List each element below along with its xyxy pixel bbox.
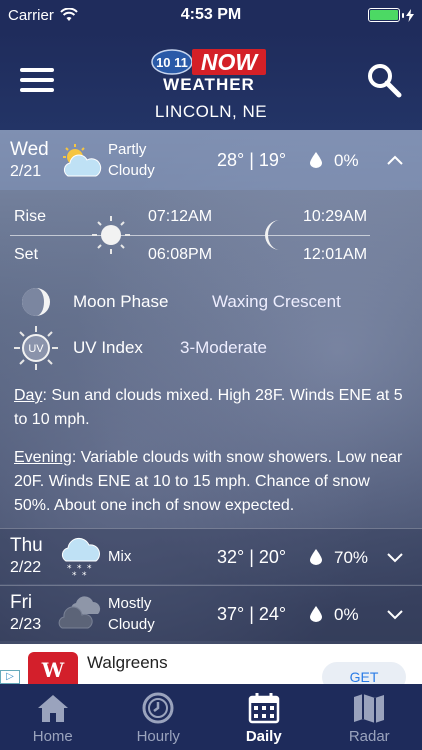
evening-description: Evening: Variable clouds with snow showe… xyxy=(14,446,409,518)
moon-crescent-icon xyxy=(265,220,280,250)
ad-get-button[interactable]: GET xyxy=(322,662,406,684)
raindrop-icon xyxy=(310,152,322,168)
sun-icon xyxy=(92,216,130,254)
battery-icon xyxy=(368,8,414,22)
wifi-icon xyxy=(60,8,78,21)
ad-advertiser-name: Walgreens xyxy=(87,653,168,672)
moon-phase-row: Moon Phase Waxing Crescent xyxy=(0,282,422,322)
day-date-num: 2/22 xyxy=(10,559,42,576)
calendar-icon xyxy=(248,693,279,724)
tab-label: Hourly xyxy=(136,728,180,745)
ad-choices-icon[interactable]: ▷ xyxy=(0,670,20,684)
clock-icon xyxy=(142,692,174,724)
day-row-wed[interactable]: Wed 2/21 Partly Cloudy 28° | 19° 0% xyxy=(0,130,422,190)
condition-line-1: Mix xyxy=(108,548,132,565)
moon-phase-icon xyxy=(22,288,50,316)
moon-phase-value: Waxing Crescent xyxy=(212,292,341,311)
rise-set-section: Rise Set 07:12AM 06:08PM 10:29AM 12:01AM xyxy=(0,200,422,270)
precip-percent: 0% xyxy=(334,151,359,170)
condition-line-2: Cloudy xyxy=(108,616,155,633)
precip-percent: 70% xyxy=(334,548,369,567)
uv-index-label: UV Index xyxy=(73,338,143,357)
day-condition: Mix xyxy=(108,546,131,567)
hamburger-bar xyxy=(20,88,54,92)
day-condition: Mostly Cloudy xyxy=(108,593,155,635)
svg-text:*: * xyxy=(72,571,77,579)
home-icon xyxy=(37,695,68,722)
menu-button[interactable] xyxy=(20,68,54,92)
uv-index-row: UV UV Index 3-Moderate xyxy=(0,326,422,370)
tab-hourly[interactable]: Hourly xyxy=(106,684,212,750)
tab-home[interactable]: Home xyxy=(0,684,106,750)
day-date: Wed 2/21 xyxy=(10,139,49,183)
logo-now: NOW xyxy=(201,49,260,75)
map-icon xyxy=(354,694,385,723)
chevron-down-icon[interactable] xyxy=(386,551,404,563)
status-bar: Carrier 4:53 PM xyxy=(0,0,422,30)
moonset-time: 12:01AM xyxy=(303,246,368,263)
tab-daily[interactable]: Daily xyxy=(211,684,317,750)
day-temps: 28° | 19° xyxy=(217,150,287,170)
daily-forecast-list[interactable]: Wed 2/21 Partly Cloudy 28° | 19° 0% Rise… xyxy=(0,130,422,683)
day-name: Wed xyxy=(10,139,49,160)
moonrise-time: 10:29AM xyxy=(303,208,368,225)
ad-banner[interactable]: ▷ W Walgreens GET xyxy=(0,644,422,684)
horizon-line xyxy=(10,235,370,236)
station-logo: 10 11 NOW WEATHER xyxy=(151,49,266,94)
day-temps: 37° | 24° xyxy=(217,604,287,624)
evening-description-text: : Variable clouds with snow showers. Low… xyxy=(14,449,403,514)
day-description-text: : Sun and clouds mixed. High 28F. Winds … xyxy=(14,387,403,428)
logo-weather: WEATHER xyxy=(163,75,255,94)
condition-line-1: Partly xyxy=(108,141,147,158)
uv-index-value: 3-Moderate xyxy=(180,338,267,357)
carrier-info: Carrier xyxy=(8,7,78,24)
condition-line-2: Cloudy xyxy=(108,162,155,179)
precip-percent: 0% xyxy=(334,605,359,624)
logo-channel: 10 11 xyxy=(156,55,188,70)
snow-cloud-icon: * * * * * xyxy=(61,537,100,579)
tab-label: Daily xyxy=(245,728,282,745)
svg-text:*: * xyxy=(87,564,92,574)
raindrop-icon xyxy=(310,549,322,565)
raindrop-icon xyxy=(310,606,322,622)
day-date: Thu 2/22 xyxy=(10,535,43,579)
hamburger-bar xyxy=(20,68,54,72)
day-condition: Partly Cloudy xyxy=(108,139,155,181)
svg-text:*: * xyxy=(82,571,87,579)
day-description: Day: Sun and clouds mixed. High 28F. Win… xyxy=(14,384,409,432)
day-temps: 32° | 20° xyxy=(217,547,287,567)
chevron-down-icon[interactable] xyxy=(386,608,404,620)
tab-label: Home xyxy=(32,728,73,745)
day-name: Fri xyxy=(10,592,33,613)
app-header: 10 11 NOW WEATHER LINCOLN, NE xyxy=(0,30,422,130)
day-description-label: Day xyxy=(14,387,43,404)
rise-label: Rise xyxy=(14,208,47,225)
mostly-cloudy-icon xyxy=(58,596,101,629)
day-name: Thu xyxy=(10,535,43,556)
walgreens-logo: W xyxy=(28,652,78,684)
sunrise-time: 07:12AM xyxy=(148,208,213,225)
sunset-time: 06:08PM xyxy=(148,246,213,263)
day-row-thu[interactable]: Thu 2/22 * * * * * Mix 32° | 20° 70% xyxy=(0,528,422,584)
evening-description-label: Evening xyxy=(14,449,72,466)
day-row-fri[interactable]: Fri 2/23 Mostly Cloudy 37° | 24° 0% xyxy=(0,585,422,641)
day-date: Fri 2/23 xyxy=(10,592,41,636)
search-icon[interactable] xyxy=(366,62,402,98)
hamburger-bar xyxy=(20,78,54,82)
moon-phase-label: Moon Phase xyxy=(73,292,169,311)
charging-bolt-icon xyxy=(406,8,414,22)
day-date-num: 2/23 xyxy=(10,616,42,633)
day-date-num: 2/21 xyxy=(10,163,42,180)
chevron-up-icon[interactable] xyxy=(386,154,404,166)
set-label: Set xyxy=(14,246,39,263)
tab-radar[interactable]: Radar xyxy=(317,684,422,750)
tab-bar: Home Hourly Daily Radar xyxy=(0,684,422,750)
uv-sun-icon: UV xyxy=(14,326,58,370)
tab-label: Radar xyxy=(348,728,390,745)
uv-icon-text: UV xyxy=(28,343,44,355)
city-label: LINCOLN, NE xyxy=(154,102,268,121)
carrier-name: Carrier xyxy=(8,6,54,24)
partly-cloudy-icon xyxy=(63,144,102,177)
condition-line-1: Mostly xyxy=(108,595,152,612)
